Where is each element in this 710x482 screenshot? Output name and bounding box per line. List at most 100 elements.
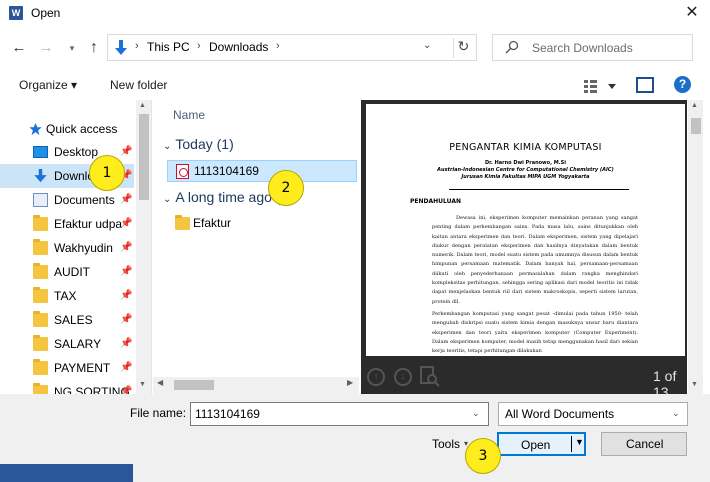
- sidebar-item-quick-access[interactable]: Quick access: [0, 117, 134, 141]
- scroll-down-icon[interactable]: ▼: [691, 381, 698, 388]
- previous-page-icon[interactable]: ↑: [367, 368, 385, 386]
- horizontal-scrollbar-thumb[interactable]: [174, 380, 214, 390]
- background-strip: [0, 464, 133, 482]
- scroll-up-icon[interactable]: ▲: [139, 102, 146, 109]
- folder-icon: [33, 311, 48, 327]
- doc-department: Jurusan Kimia Fakultas MIPA UGM Yogyakar…: [461, 174, 590, 180]
- folder-icon: [33, 287, 48, 303]
- zoom-page-icon[interactable]: [419, 366, 441, 388]
- sidebar-item-audit[interactable]: AUDIT 📌: [0, 260, 134, 284]
- sidebar-item-label: Efaktur udpa: [54, 217, 123, 231]
- pin-icon: 📌: [120, 218, 133, 229]
- sidebar-item-payment[interactable]: PAYMENT 📌: [0, 356, 134, 380]
- sidebar-item-label: Desktop: [54, 145, 99, 159]
- breadcrumb-downloads[interactable]: Downloads: [209, 40, 268, 54]
- file-name: 1113104169: [194, 164, 259, 178]
- sidebar-item-documents[interactable]: Documents 📌: [0, 188, 134, 212]
- help-icon[interactable]: ?: [674, 76, 691, 93]
- sidebar-item-label: Quick access: [46, 122, 118, 136]
- forward-arrow-icon[interactable]: →: [36, 37, 56, 59]
- recent-locations-chevron-icon[interactable]: ▾: [62, 37, 82, 59]
- back-arrow-icon[interactable]: ←: [9, 37, 29, 59]
- scroll-up-icon[interactable]: ▲: [691, 102, 698, 109]
- folder-icon: [33, 239, 48, 255]
- organize-button[interactable]: Organize ▾: [19, 78, 77, 92]
- sidebar-item-wakhyudin[interactable]: Wakhyudin 📌: [0, 236, 134, 260]
- cancel-button-label: Cancel: [626, 437, 664, 451]
- navigation-pane: Quick access Desktop 📌 Downloads 📌 Docum…: [0, 100, 152, 394]
- file-name-input[interactable]: [191, 403, 461, 425]
- sidebar-scrollbar-thumb[interactable]: [139, 114, 149, 200]
- doc-author: Dr. Harno Dwi Pranowo, M.Si: [485, 160, 566, 166]
- open-button[interactable]: Open ▼: [497, 432, 586, 456]
- open-dropdown-icon[interactable]: ▼: [575, 437, 584, 447]
- annotation-marker-2: 2: [268, 170, 304, 206]
- address-bar[interactable]: › This PC › Downloads › ⌄ ↻: [107, 34, 477, 61]
- document-preview-page: PENGANTAR KIMIA KOMPUTASI Dr. Harno Dwi …: [366, 104, 685, 356]
- breadcrumb-separator-icon: ›: [276, 40, 280, 52]
- download-arrow-icon: [115, 40, 127, 55]
- pin-icon: 📌: [120, 194, 133, 205]
- doc-paragraph: Perkembangan komputasi yang sangat pesat…: [432, 311, 638, 355]
- scroll-down-icon[interactable]: ▼: [139, 381, 146, 388]
- group-header-today[interactable]: ⌄ Today (1): [163, 136, 234, 152]
- sidebar-item-label: Documents: [54, 193, 115, 207]
- breadcrumb-this-pc[interactable]: This PC: [147, 40, 190, 54]
- search-input[interactable]: Search Downloads: [492, 34, 693, 61]
- close-button[interactable]: ✕: [680, 2, 704, 24]
- download-arrow-icon: [34, 169, 47, 183]
- sidebar-item-label: Wakhyudin: [54, 241, 113, 255]
- file-row[interactable]: 1113104169: [167, 160, 357, 182]
- pdf-file-icon: [176, 164, 189, 179]
- refresh-icon[interactable]: ↻: [453, 38, 473, 58]
- address-dropdown-icon[interactable]: ⌄: [423, 40, 431, 51]
- annotation-marker-3: 3: [465, 438, 501, 474]
- sidebar-item-label: SALARY: [54, 337, 102, 351]
- pin-icon: 📌: [120, 338, 133, 349]
- folder-icon: [33, 215, 48, 231]
- cancel-button[interactable]: Cancel: [601, 432, 687, 456]
- doc-title: PENGANTAR KIMIA KOMPUTASI: [449, 142, 602, 153]
- sidebar-item-tax[interactable]: TAX 📌: [0, 284, 134, 308]
- star-icon: [29, 122, 42, 136]
- window-title: Open: [31, 6, 61, 20]
- file-type-select[interactable]: All Word Documents ⌄: [498, 402, 688, 426]
- folder-icon: [33, 359, 48, 375]
- sidebar-item-ng-sorting[interactable]: NG SORTING 📌: [0, 380, 134, 394]
- sidebar-item-efaktur-udpa[interactable]: Efaktur udpa 📌: [0, 212, 134, 236]
- preview-scrollbar-thumb[interactable]: [691, 118, 701, 134]
- pin-icon: 📌: [120, 386, 133, 394]
- doc-paragraph: Dewasa ini, eksperimen komputer memainka…: [432, 215, 638, 305]
- breadcrumb-separator-icon: ›: [135, 40, 139, 52]
- file-name-label: File name:: [130, 406, 187, 420]
- pin-icon: 📌: [120, 290, 133, 301]
- chevron-down-icon[interactable]: ⌄: [472, 408, 480, 419]
- preview-scrollbar[interactable]: [688, 100, 703, 394]
- view-options-icon[interactable]: [583, 77, 619, 95]
- folder-row[interactable]: Efaktur: [167, 213, 317, 235]
- chevron-down-icon: ⌄: [672, 408, 680, 418]
- sidebar-item-label: NG SORTING: [54, 385, 130, 394]
- word-app-icon: W: [9, 6, 23, 20]
- pin-icon: 📌: [120, 362, 133, 373]
- sidebar-item-label: TAX: [54, 289, 77, 303]
- column-header-name[interactable]: Name: [173, 108, 205, 122]
- next-page-icon[interactable]: ↓: [394, 368, 412, 386]
- sidebar-item-label: PAYMENT: [54, 361, 111, 375]
- new-folder-button[interactable]: New folder: [110, 78, 167, 92]
- preview-pane-icon[interactable]: [636, 77, 654, 93]
- tools-button[interactable]: Tools: [432, 437, 460, 451]
- scroll-left-icon[interactable]: ◀: [157, 378, 163, 387]
- sidebar-item-salary[interactable]: SALARY 📌: [0, 332, 134, 356]
- sidebar-item-label: SALES: [54, 313, 93, 327]
- chevron-down-icon: ⌄: [163, 194, 172, 205]
- search-placeholder: Search Downloads: [532, 41, 633, 55]
- annotation-marker-1: 1: [89, 155, 125, 191]
- sidebar-item-sales[interactable]: SALES 📌: [0, 308, 134, 332]
- up-arrow-icon[interactable]: ↑: [84, 37, 104, 59]
- scroll-right-icon[interactable]: ▶: [347, 378, 353, 387]
- pin-icon: 📌: [120, 242, 133, 253]
- breadcrumb-separator-icon: ›: [197, 40, 201, 52]
- file-name-field[interactable]: ⌄: [190, 402, 489, 426]
- split-divider: [571, 436, 572, 452]
